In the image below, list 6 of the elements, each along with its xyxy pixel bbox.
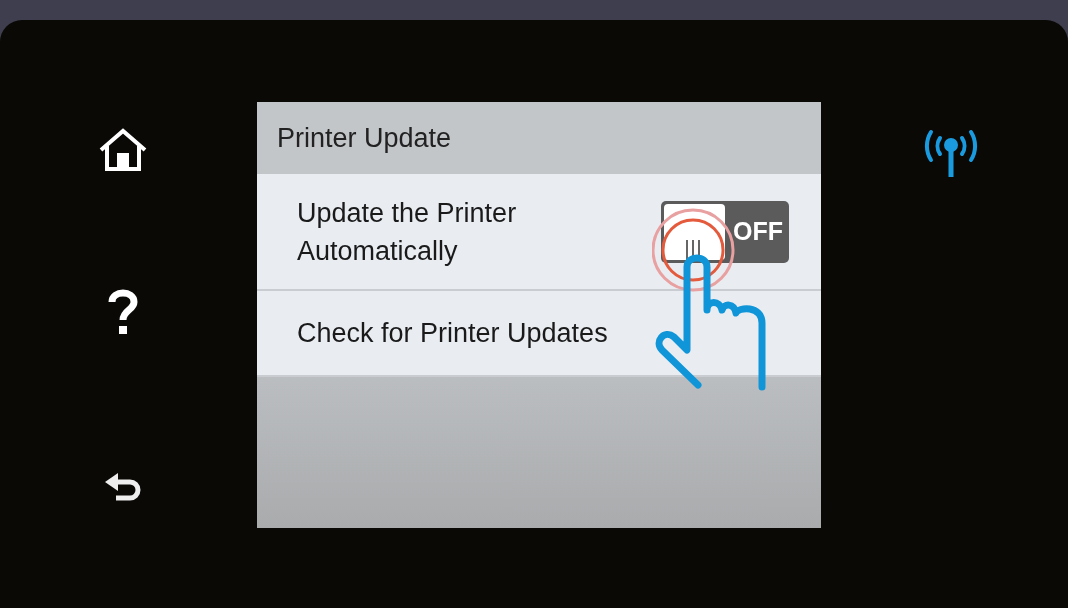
- menu-item[interactable]: Check for Printer Updates: [257, 291, 821, 377]
- screen-title: Printer Update: [257, 102, 821, 174]
- setting-label: Update the Printer Automatically: [297, 196, 518, 268]
- back-icon[interactable]: [103, 472, 142, 504]
- home-icon[interactable]: [97, 128, 148, 172]
- help-icon[interactable]: [107, 288, 138, 336]
